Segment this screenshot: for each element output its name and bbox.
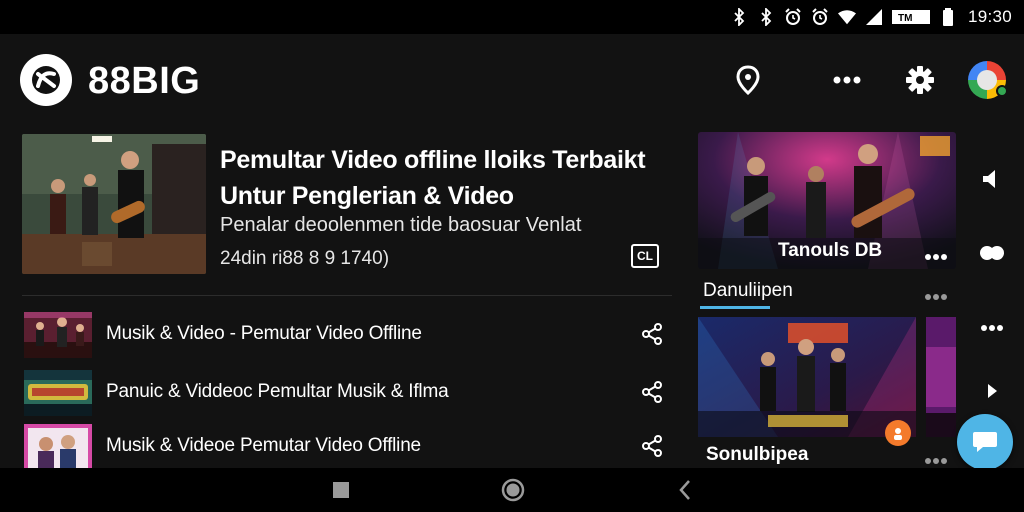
list-item-thumbnail (24, 312, 92, 358)
svg-text:TM: TM (898, 13, 912, 24)
alarm-icon (784, 8, 802, 26)
share-icon[interactable] (640, 380, 664, 404)
section-underline (700, 306, 770, 309)
bluetooth-icon (730, 8, 748, 26)
list-item-thumbnail (24, 424, 92, 468)
avatar-badge (885, 420, 911, 446)
alarm-icon (811, 8, 829, 26)
more-horizontal-icon[interactable] (924, 248, 948, 260)
more-horizontal-icon[interactable] (829, 62, 865, 98)
captions-button[interactable]: CL (631, 244, 659, 268)
more-horizontal-icon[interactable] (924, 452, 948, 464)
list-item[interactable]: Panuic & Viddeoc Pemultar Musik & Iflma (22, 368, 672, 420)
featured-thumbnail[interactable] (22, 134, 206, 274)
list-item-title: Musik & Video - Pemutar Video Offline (106, 323, 422, 344)
home-icon[interactable] (501, 478, 525, 502)
app-logo-icon[interactable] (20, 54, 72, 106)
captions-label: CL (637, 249, 653, 263)
card-caption: Tanouls DB (778, 240, 883, 261)
more-horizontal-icon[interactable] (924, 288, 948, 300)
share-icon[interactable] (640, 322, 664, 346)
concert-card[interactable] (698, 317, 916, 437)
app-header: 88BIG (0, 34, 1024, 126)
sim-icon: TM (891, 8, 930, 26)
app-screen: 88BIG Pemultar Video offline lloiks Terb… (0, 34, 1024, 468)
wifi-icon (837, 8, 856, 26)
status-bar: TM 19:30 (0, 0, 1024, 34)
more-horizontal-icon[interactable] (978, 314, 1006, 342)
chat-fab-button[interactable] (957, 414, 1013, 468)
recents-icon[interactable] (329, 478, 353, 502)
list-item-title: Musik & Videoe Pemutar Video Offline (106, 435, 421, 456)
bluetooth-icon (757, 8, 775, 26)
featured-title[interactable]: Pemultar Video offline lloiks Terbaikt U… (220, 142, 670, 214)
section-title[interactable]: Danuliipen (703, 280, 793, 302)
share-icon[interactable] (640, 434, 664, 458)
list-item[interactable]: Musik & Video - Pemutar Video Offline (22, 310, 672, 362)
app-title: 88BIG (88, 60, 201, 102)
back-icon[interactable] (673, 478, 697, 502)
location-pin-icon[interactable] (730, 62, 766, 98)
battery-icon (939, 8, 957, 26)
featured-description: Penalar deoolenmen tide baosuar Venlat (220, 214, 582, 236)
avatar[interactable] (968, 61, 1008, 99)
list-item[interactable]: Musik & Videoe Pemutar Video Offline (22, 422, 672, 468)
navigation-bar (0, 468, 1024, 512)
gear-icon[interactable] (902, 62, 938, 98)
list-item-thumbnail (24, 370, 92, 416)
signal-icon (865, 8, 883, 26)
play-icon[interactable] (978, 377, 1006, 405)
status-time: 19:30 (967, 7, 1012, 26)
divider (22, 295, 672, 296)
toggle-icon[interactable] (978, 239, 1006, 267)
card-caption: Sonulbipea (706, 444, 809, 465)
featured-meta: 24din ri88 8 9 1740) (220, 248, 390, 269)
speaker-icon[interactable] (978, 165, 1006, 193)
concert-card[interactable] (926, 317, 956, 437)
list-item-title: Panuic & Viddeoc Pemultar Musik & Iflma (106, 381, 449, 402)
online-indicator (996, 85, 1008, 97)
